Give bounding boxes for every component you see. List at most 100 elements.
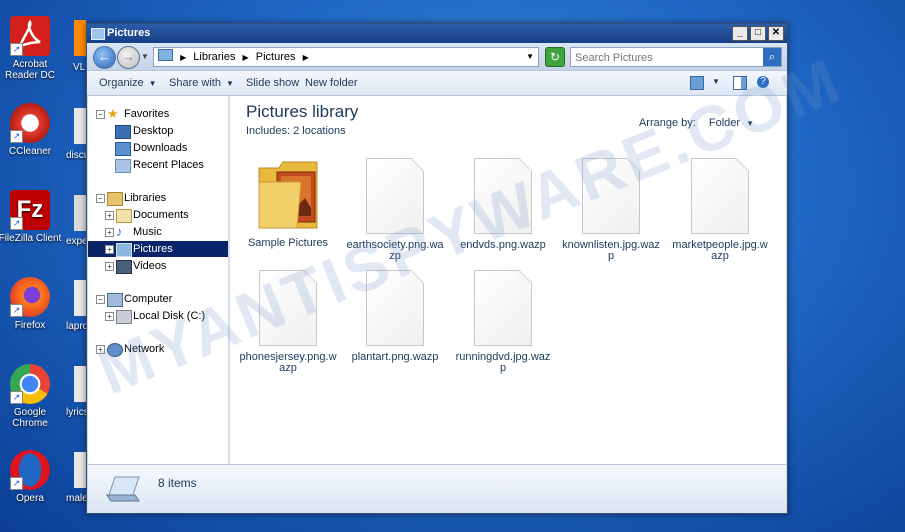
change-view-icon[interactable] [690,76,704,90]
file-name: plantart.png.wazp [351,351,439,363]
command-bar: Organize ▼ Share with ▼ Slide show New fol… [87,70,787,96]
collapse-icon[interactable]: − [96,295,105,304]
title-bar[interactable]: Pictures _ □ ✕ [87,24,787,43]
desktop-icon-partial[interactable] [74,452,86,488]
nav-libraries[interactable]: − Libraries [88,190,228,206]
expand-icon[interactable]: + [105,312,114,321]
file-name: endvds.png.wazp [460,239,546,251]
nav-desktop[interactable]: Desktop [88,123,228,139]
file-item[interactable]: knownlisten.jpg.wazp [561,158,661,262]
expand-icon[interactable]: + [105,228,114,237]
file-item[interactable]: phonesjersey.png.wazp [238,270,338,374]
nav-recent-places[interactable]: Recent Places [88,157,228,173]
address-bar-area: ← → ▼ ▶ Libraries ▶ Pictures ▶ ▼ ↻ ⌕ [87,43,787,70]
nav-music[interactable]: + ♪ Music [88,224,228,240]
navigation-pane[interactable]: − ★ Favorites Desktop Downloads Recent P… [88,96,230,464]
breadcrumb-pictures[interactable]: Pictures [256,51,296,63]
expand-icon[interactable]: + [96,345,105,354]
window-title: Pictures [107,27,151,39]
nav-network[interactable]: + Network [88,341,228,357]
desktop-label-partial: expe [66,236,88,247]
nav-favorites[interactable]: − ★ Favorites [88,106,228,122]
desktop-icon-partial[interactable] [74,20,86,56]
expand-icon[interactable]: + [105,245,114,254]
shortcut-arrow-icon: ↗ [10,130,23,143]
ccleaner-icon: ↗ [10,103,50,143]
back-button[interactable]: ← [93,46,116,69]
file-item[interactable]: endvds.png.wazp [453,158,553,251]
slide-show-button[interactable]: Slide show [246,77,299,89]
desktop-label-partial: male [66,493,88,504]
expand-icon[interactable]: + [105,262,114,271]
desktop-icon-partial[interactable] [74,108,86,144]
search-input[interactable] [571,48,757,68]
file-item[interactable]: runningdvd.jpg.wazp [453,270,553,374]
pictures-library-icon [105,473,143,503]
folder-icon [91,28,105,40]
help-icon[interactable]: ? [757,76,769,88]
nav-label: Favorites [124,108,170,120]
breadcrumb-separator-icon[interactable]: ▶ [303,53,309,62]
arrange-by-control[interactable]: Arrange by: Folder ▼ [639,117,754,129]
organize-button[interactable]: Organize ▼ [99,77,157,89]
nav-pictures[interactable]: + Pictures [88,241,228,257]
search-box[interactable]: ⌕ [570,47,782,68]
address-bar[interactable]: ▶ Libraries ▶ Pictures ▶ ▼ [153,47,539,67]
folder-item[interactable]: Sample Pictures [238,158,338,249]
close-button[interactable]: ✕ [768,26,784,41]
desktop-icon [115,125,131,139]
nav-documents[interactable]: + Documents [88,207,228,223]
expand-icon[interactable]: + [105,211,114,220]
forward-button[interactable]: → [117,46,140,69]
file-name: marketpeople.jpg.wazp [672,239,768,262]
file-item[interactable]: earthsociety.png.wazp [345,158,445,262]
minimize-button[interactable]: _ [732,26,748,41]
breadcrumb-separator-icon[interactable]: ▶ [243,53,249,62]
file-item[interactable]: marketpeople.jpg.wazp [670,158,770,262]
desktop-icon-chrome[interactable]: ↗ Google Chrome [0,364,62,429]
desktop-icon-ccleaner[interactable]: ↗ CCleaner [0,103,62,157]
share-with-button[interactable]: Share with ▼ [169,77,234,89]
nav-computer[interactable]: − Computer [88,291,228,307]
blank-file-icon [259,270,317,346]
desktop-icon-partial[interactable] [74,280,86,316]
nav-downloads[interactable]: Downloads [88,140,228,156]
nav-local-disk[interactable]: + Local Disk (C:) [88,308,228,324]
blank-file-icon [366,270,424,346]
recent-pages-chevron-icon[interactable]: ▼ [141,52,149,61]
arrange-by-label: Arrange by: [638,117,696,129]
maximize-button[interactable]: □ [750,26,766,41]
address-dropdown-icon[interactable]: ▼ [526,48,534,66]
organize-label: Organize [99,77,144,89]
desktop-icon-partial[interactable] [74,195,86,231]
downloads-icon [115,142,131,156]
desktop-icon-opera[interactable]: ↗ Opera [0,450,62,504]
arrange-by-value[interactable]: Folder [709,117,740,129]
breadcrumb-separator-icon[interactable]: ▶ [180,53,186,62]
desktop-icon-filezilla[interactable]: Fz ↗ FileZilla Client [0,190,62,244]
chevron-down-icon: ▼ [148,79,157,88]
library-includes-link[interactable]: Includes: 2 locations [246,125,346,137]
desktop-icon-partial[interactable] [74,366,86,402]
collapse-icon[interactable]: − [96,110,105,119]
file-list-pane[interactable]: Pictures library Includes: 2 locations A… [230,96,786,464]
preview-pane-icon[interactable] [733,76,747,90]
nav-videos[interactable]: + Videos [88,258,228,274]
view-options-chevron-icon[interactable]: ▼ [712,77,720,86]
status-bar: 8 items [88,464,786,513]
libraries-icon [107,192,123,206]
file-item[interactable]: plantart.png.wazp [345,270,445,363]
content-area: − ★ Favorites Desktop Downloads Recent P… [88,96,786,464]
breadcrumb-libraries[interactable]: Libraries [193,51,235,63]
desktop-icon-acrobat[interactable]: ↗ Acrobat Reader DC [0,16,62,81]
new-folder-button[interactable]: New folder [305,77,358,89]
refresh-button[interactable]: ↻ [545,47,565,67]
desktop-icon-label: FileZilla Client [0,233,62,244]
search-icon[interactable]: ⌕ [763,48,781,66]
blank-file-icon [474,158,532,234]
desktop-icon-firefox[interactable]: ↗ Firefox [0,277,62,331]
library-title: Pictures library [246,102,359,121]
collapse-icon[interactable]: − [96,194,105,203]
chevron-down-icon[interactable]: ▼ [746,119,754,128]
nav-label: Recent Places [133,159,204,171]
